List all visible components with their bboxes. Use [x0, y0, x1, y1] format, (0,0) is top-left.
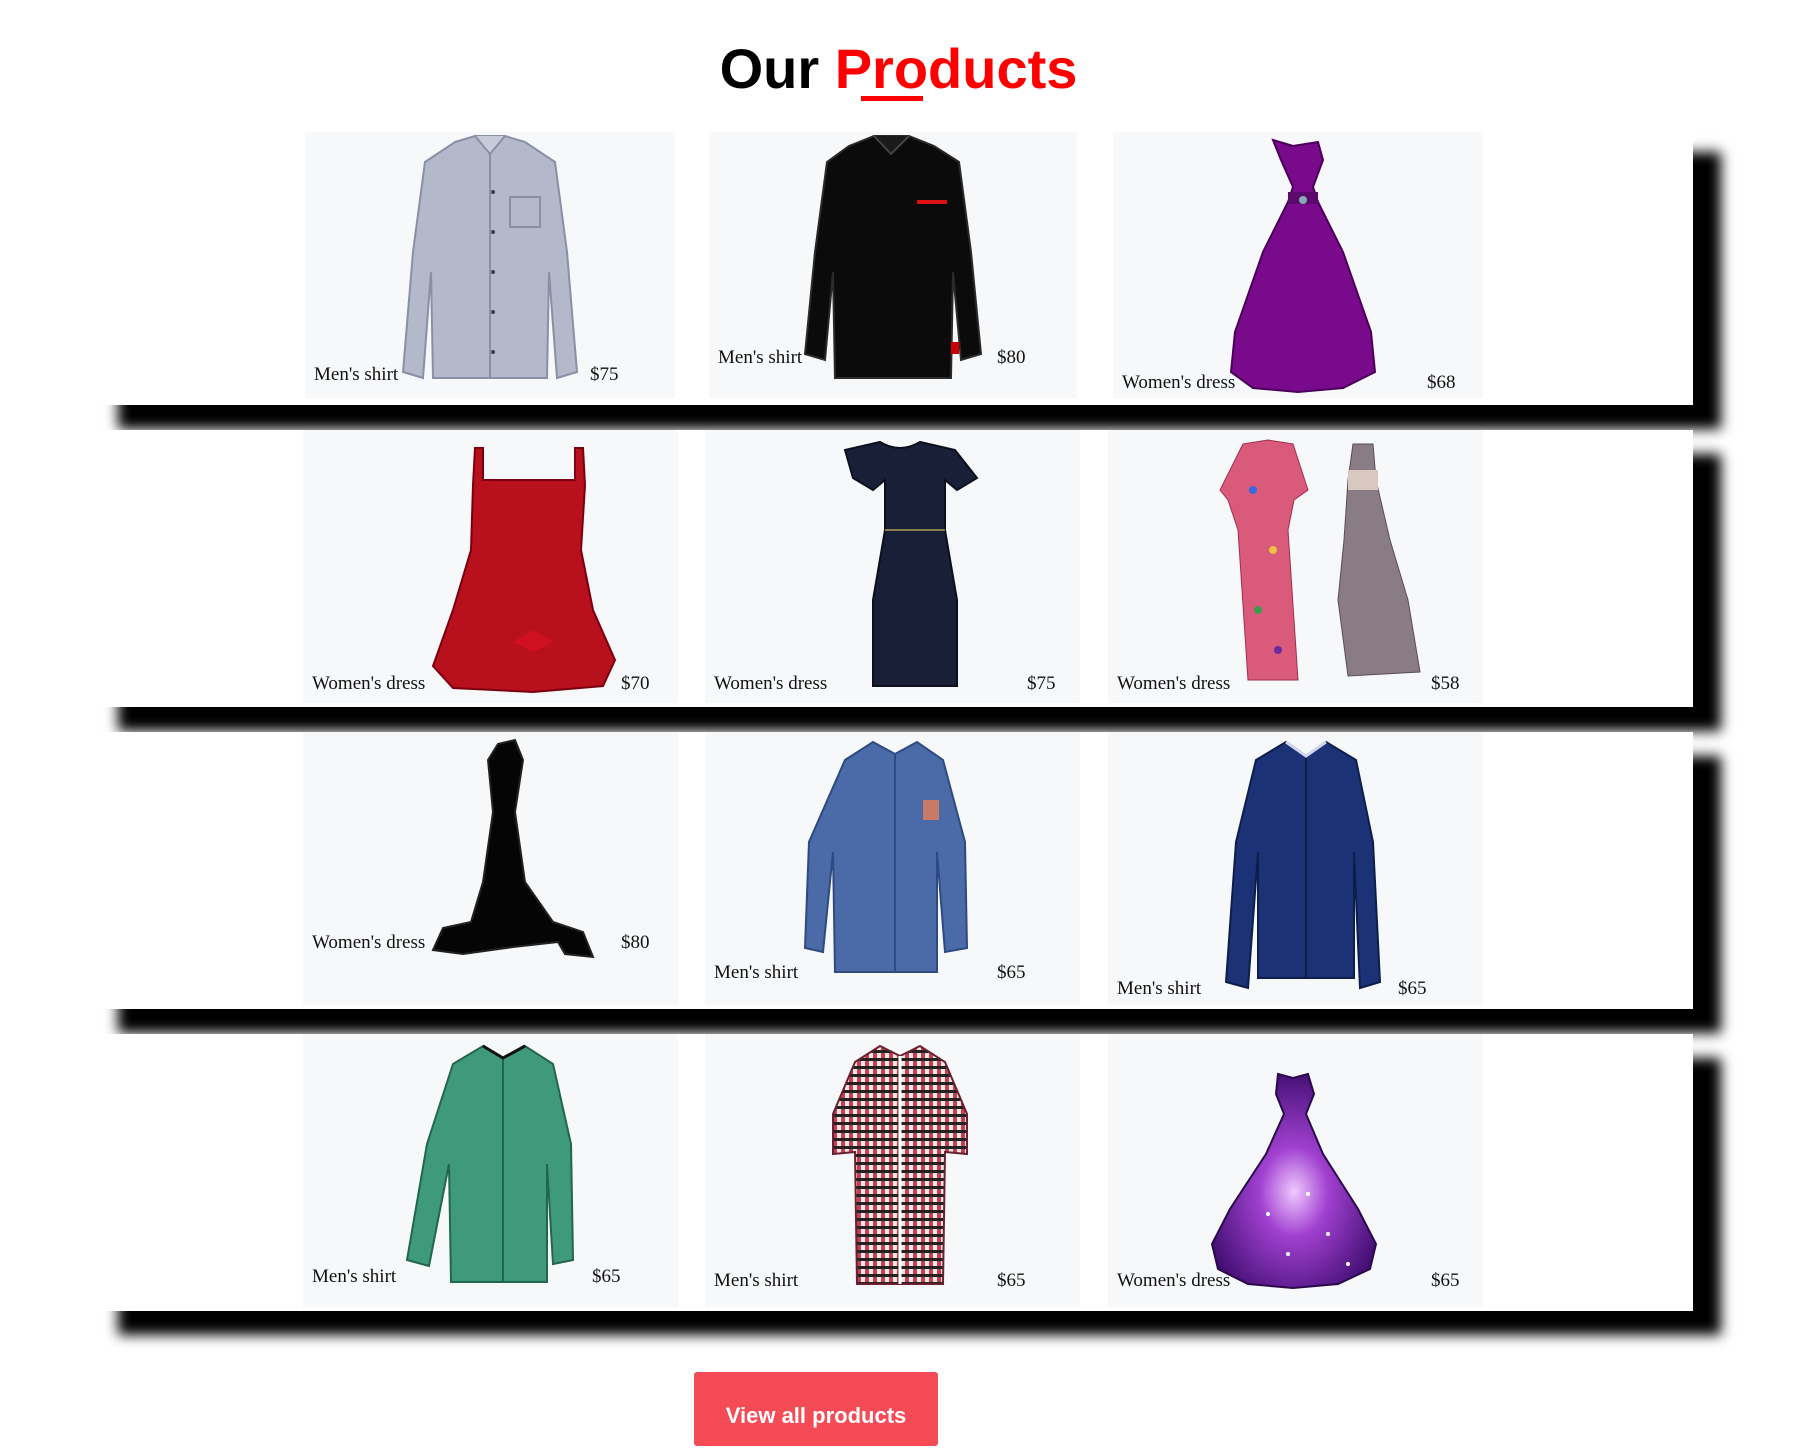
title-part-products: Products [834, 37, 1078, 100]
product-price: $65 [997, 962, 1026, 983]
view-all-products-button[interactable]: View all products [694, 1372, 938, 1446]
product-name: Women's dress [1122, 372, 1236, 393]
product-card[interactable]: Men's shirt $80 [709, 132, 1077, 398]
product-name: Men's shirt [714, 962, 799, 983]
product-card[interactable]: Men's shirt $65 [705, 732, 1080, 1005]
product-price: $75 [1027, 673, 1056, 694]
dress-image[interactable] [303, 430, 678, 703]
product-row-2: Women's dress $70 Women's dress $75 Wome… [90, 430, 1693, 707]
product-card[interactable]: Women's dress $80 [303, 732, 678, 1005]
dress-image[interactable] [1113, 132, 1483, 398]
product-name: Men's shirt [718, 347, 803, 368]
product-card[interactable]: Women's dress $70 [303, 430, 678, 703]
product-card[interactable]: Men's shirt $65 [1108, 732, 1483, 1005]
product-price: $65 [1398, 978, 1427, 999]
product-card[interactable]: Men's shirt $65 [303, 1034, 678, 1307]
product-card[interactable]: Men's shirt $65 [705, 1034, 1080, 1307]
dress-image[interactable] [1108, 430, 1483, 703]
product-price: $58 [1431, 673, 1460, 694]
product-row-4: Men's shirt $65 Men's shirt $65 Women's … [90, 1034, 1693, 1311]
product-name: Men's shirt [312, 1266, 397, 1287]
product-card[interactable]: Women's dress $65 [1108, 1034, 1483, 1307]
product-name: Women's dress [1117, 673, 1231, 694]
shirt-image[interactable] [705, 1034, 1080, 1307]
product-name: Women's dress [714, 673, 828, 694]
product-price: $70 [621, 673, 650, 694]
product-name: Women's dress [312, 932, 426, 953]
product-row-3: Women's dress $80 Men's shirt $65 Men's … [90, 732, 1693, 1009]
product-name: Men's shirt [314, 364, 399, 385]
dress-image[interactable] [705, 430, 1080, 703]
title-part-our: Our [719, 37, 835, 100]
product-row-1: Men's shirt $75 Men's shirt $80 Women's … [90, 128, 1693, 405]
title-underline [861, 96, 923, 101]
shirt-image[interactable] [1108, 732, 1483, 1005]
product-card[interactable]: Women's dress $75 [705, 430, 1080, 703]
product-name: Women's dress [312, 673, 426, 694]
dress-image[interactable] [1108, 1034, 1483, 1307]
product-price: $68 [1427, 372, 1456, 393]
product-price: $80 [997, 347, 1026, 368]
product-name: Women's dress [1117, 1270, 1231, 1291]
product-name: Men's shirt [1117, 978, 1202, 999]
product-card[interactable]: Men's shirt $75 [305, 132, 675, 398]
dress-image[interactable] [303, 732, 678, 1005]
product-card[interactable]: Women's dress $68 [1113, 132, 1483, 398]
product-price: $65 [592, 1266, 621, 1287]
product-price: $80 [621, 932, 650, 953]
product-card[interactable]: Women's dress $58 [1108, 430, 1483, 703]
product-name: Men's shirt [714, 1270, 799, 1291]
product-price: $65 [1431, 1270, 1460, 1291]
product-price: $65 [997, 1270, 1026, 1291]
product-price: $75 [590, 364, 619, 385]
shirt-image[interactable] [305, 132, 675, 398]
